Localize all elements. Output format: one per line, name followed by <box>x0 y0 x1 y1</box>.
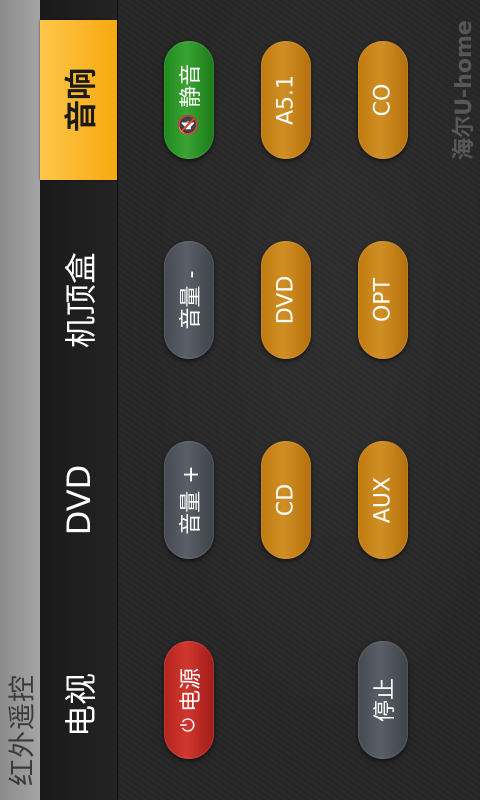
speaker-mute-icon: 🔇 <box>178 113 199 137</box>
tab-tv[interactable]: 电视 <box>40 610 117 800</box>
brand-watermark: 海尔U-home <box>452 20 477 160</box>
volume-down-button[interactable]: 音量 - <box>164 241 214 359</box>
stop-button-label: 停止 <box>373 677 398 723</box>
aux-button[interactable]: AUX <box>358 441 408 559</box>
power-button[interactable]: ⏻ 电源 <box>164 641 214 759</box>
device-tab-bar: 电视 DVD 机顶盒 音响 <box>40 0 118 800</box>
stop-button[interactable]: 停止 <box>358 641 408 759</box>
tab-audio[interactable]: 音响 <box>40 20 117 180</box>
power-icon: ⏻ <box>178 717 199 733</box>
remote-control-screen: 红外遥控 电视 DVD 机顶盒 音响 ⏻ 电源 音量 + 音量 - 🔇 静音 C… <box>0 0 480 800</box>
a51-button[interactable]: A5.1 <box>261 41 311 159</box>
dvd-source-label: DVD <box>273 275 299 325</box>
mute-button-label: 静音 <box>179 63 204 108</box>
a51-button-label: A5.1 <box>273 74 299 126</box>
tab-set-top-box[interactable]: 机顶盒 <box>40 205 117 395</box>
aux-button-label: AUX <box>370 476 396 524</box>
opt-button-label: OPT <box>370 277 396 323</box>
mute-button[interactable]: 🔇 静音 <box>164 41 214 159</box>
opt-button[interactable]: OPT <box>358 241 408 359</box>
volume-up-button[interactable]: 音量 + <box>164 441 214 559</box>
tab-dvd-label: DVD <box>59 464 98 536</box>
cd-button-label: CD <box>273 483 299 517</box>
tab-tv-label: 电视 <box>61 672 100 738</box>
tab-set-top-box-label: 机顶盒 <box>61 251 100 349</box>
co-button[interactable]: CO <box>358 41 408 159</box>
title-bar: 红外遥控 <box>0 0 40 800</box>
tab-audio-label: 音响 <box>61 67 100 133</box>
co-button-label: CO <box>370 83 396 117</box>
tab-dvd[interactable]: DVD <box>40 405 117 595</box>
app-title: 红外遥控 <box>7 674 39 786</box>
power-button-label: 电源 <box>179 667 204 712</box>
dvd-source-button[interactable]: DVD <box>261 241 311 359</box>
volume-up-label: 音量 + <box>179 465 204 535</box>
volume-down-label: 音量 - <box>179 270 204 330</box>
cd-button[interactable]: CD <box>261 441 311 559</box>
